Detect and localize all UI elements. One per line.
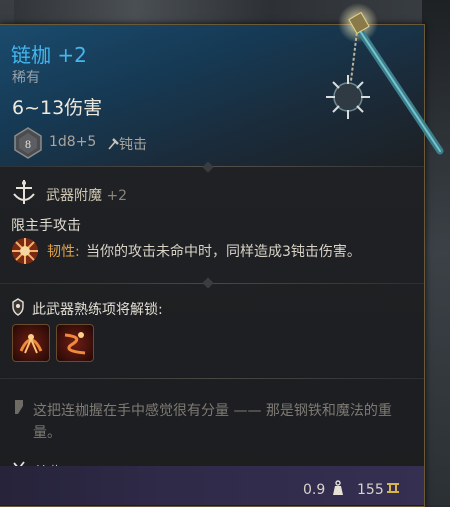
proficiency-label: 此武器熟练项将解锁: [32, 302, 163, 318]
item-tooltip: 链枷 +2 稀有 6~13伤害 8 1d8+5 钝击 武器附魔 +2 限主手攻击… [0, 3, 444, 507]
bludgeon-icon [108, 138, 119, 150]
toughness-icon [12, 238, 38, 264]
flavor-text: 这把连枷握在手中感觉很有分量 —— 那是钢铁和魔法的重量。 [33, 403, 392, 441]
item-rarity: 稀有 [12, 70, 40, 86]
trait-name: 韧性: [47, 244, 80, 260]
weight-icon [333, 480, 343, 495]
weapon-enchant-icon [13, 180, 35, 204]
enchant-label: 武器附魔 [46, 188, 102, 204]
enchant-bonus: +2 [106, 188, 128, 204]
d8-dice-icon: 8 [14, 127, 42, 159]
enchant-label-group: 武器附魔 +2 [46, 185, 127, 205]
section-divider [0, 378, 424, 379]
proficiency-skill-1[interactable] [12, 324, 50, 362]
item-weight: 0.9 [303, 482, 326, 498]
attack-restriction: 限主手攻击 [11, 218, 81, 234]
skill-concussive-icon [64, 332, 86, 355]
dice-formula: 1d8+5 [49, 134, 97, 150]
dice-face: 8 [25, 137, 31, 151]
trait-description: 当你的攻击未命中时，同样造成3钝击伤害。 [86, 244, 361, 260]
flail-weapon-image [326, 3, 444, 155]
divider-ornament [202, 277, 214, 289]
flavor-text-icon [15, 400, 23, 414]
damage-type: 钝击 [107, 134, 147, 154]
skill-rupture-icon [19, 334, 43, 354]
damage-type-label: 钝击 [119, 137, 147, 153]
item-name: 链枷 +2 [11, 43, 87, 67]
proficiency-icon [12, 298, 24, 316]
proficiency-skill-2[interactable] [56, 324, 94, 362]
gold-coin-icon [387, 483, 399, 493]
item-price: 155 [357, 482, 384, 498]
item-damage: 6~13伤害 [12, 97, 103, 119]
